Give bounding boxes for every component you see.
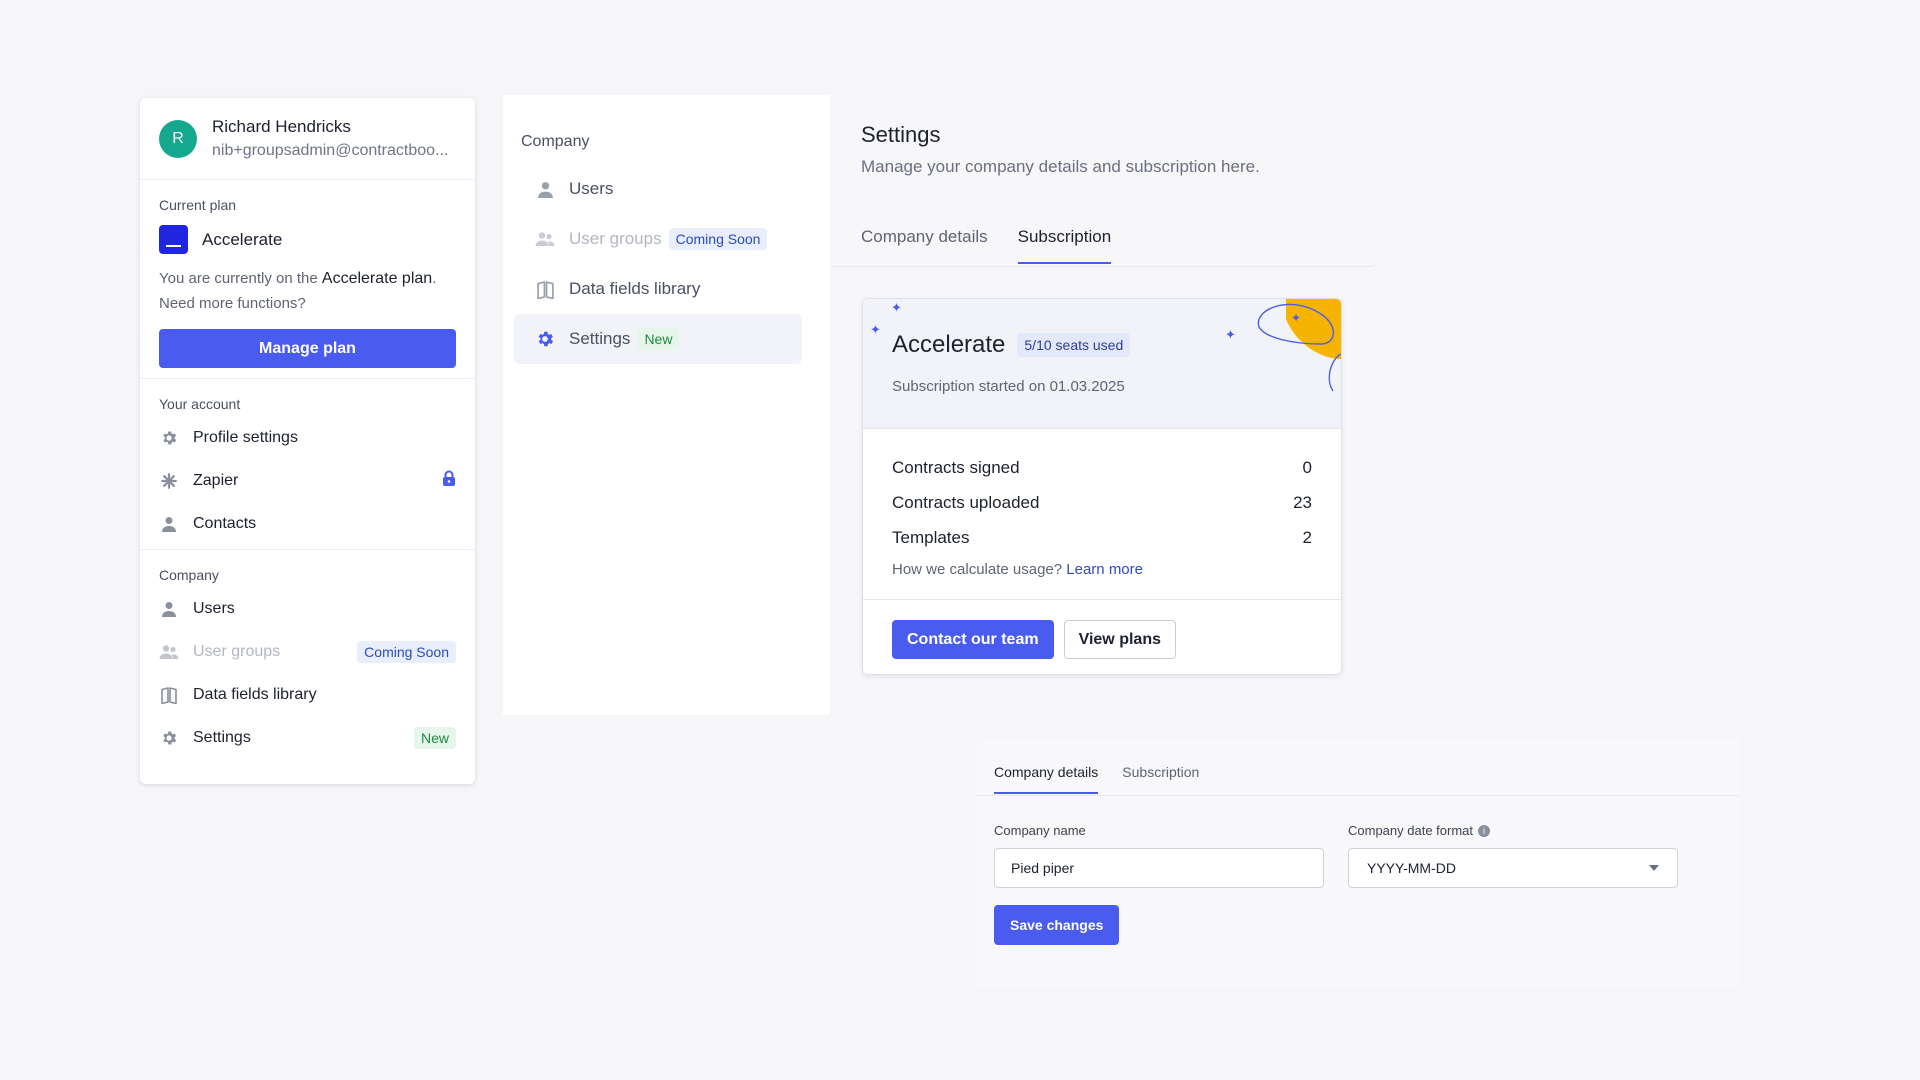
menu-item-profile-settings[interactable]: Profile settings (159, 416, 456, 459)
chevron-down-icon (1649, 865, 1659, 871)
your-account-section: Your account Profile settings Zapier Con… (140, 379, 475, 550)
page-subtitle: Manage your company details and subscrip… (861, 157, 1260, 176)
tab-subscription[interactable]: Subscription (1017, 227, 1112, 264)
company-nav: Company Users User groups Coming Soon Da… (503, 95, 830, 715)
menu-item-contacts[interactable]: Contacts (159, 502, 456, 545)
account-name: Richard Hendricks (212, 117, 351, 136)
avatar[interactable]: R (159, 119, 197, 158)
current-plan-title: Current plan (159, 197, 237, 213)
company-section: Company Users User groups Coming Soon Da… (140, 550, 475, 759)
usage-row: Templates 2 (892, 527, 1312, 547)
usage-row: Contracts uploaded 23 (892, 492, 1312, 512)
plan-icon (159, 225, 188, 254)
sparkle-icon: ✦ (870, 322, 881, 337)
company-name-label: Company name (994, 823, 1086, 838)
date-format-label: Company date format i (1348, 823, 1491, 838)
date-format-select[interactable]: YYYY-MM-DD (1348, 848, 1678, 888)
your-account-title: Your account (159, 396, 241, 412)
view-plans-button[interactable]: View plans (1063, 620, 1176, 659)
book-icon (534, 278, 556, 300)
menu-item-data-fields-library[interactable]: Data fields library (159, 673, 456, 716)
tab-company-details[interactable]: Company details (861, 227, 988, 264)
page-title: Settings (861, 122, 941, 147)
usage-row: Contracts signed 0 (892, 457, 1312, 477)
manage-plan-button[interactable]: Manage plan (159, 329, 456, 368)
nav-item-users[interactable]: Users (514, 164, 802, 214)
svg-text:✦: ✦ (1291, 311, 1301, 325)
usage-help: How we calculate usage? Learn more (892, 561, 1143, 578)
seats-badge: 5/10 seats used (1017, 333, 1131, 357)
subscription-actions: Contact our team View plans (863, 599, 1341, 659)
current-plan-section: Current plan Accelerate You are currentl… (140, 180, 475, 379)
gear-icon (159, 728, 179, 748)
menu-item-settings[interactable]: Settings New (159, 716, 456, 759)
new-badge: New (637, 328, 680, 350)
tabs-divider (977, 795, 1739, 796)
save-changes-button[interactable]: Save changes (994, 905, 1120, 945)
menu-item-users[interactable]: Users (159, 587, 456, 630)
tabs-divider (833, 266, 1373, 267)
subscription-header: ✦ ✦ ✦ ✦ Accelerate 5/10 seats used Subsc… (863, 299, 1341, 429)
gear-icon (534, 328, 556, 350)
book-icon (159, 685, 179, 705)
plan-name: Accelerate (202, 229, 283, 249)
group-icon (159, 642, 179, 662)
tab-company-details[interactable]: Company details (994, 764, 1099, 794)
menu-item-user-groups: User groups Coming Soon (159, 630, 456, 673)
decoration-shape-icon: ✦ (1257, 299, 1341, 392)
account-email: nib+groupsadmin@contractboo... (212, 142, 449, 159)
form-tabs: Company details Subscription (994, 764, 1199, 794)
asterisk-icon (159, 471, 179, 491)
subscription-start-date: Subscription started on 01.03.2025 (892, 378, 1125, 395)
sparkle-icon: ✦ (1225, 327, 1236, 342)
company-name-input[interactable] (994, 848, 1324, 888)
person-icon (159, 514, 179, 534)
coming-soon-badge: Coming Soon (357, 640, 456, 663)
plan-description: You are currently on the Accelerate plan… (159, 270, 437, 312)
nav-title: Company (521, 133, 590, 150)
coming-soon-badge: Coming Soon (668, 228, 768, 250)
company-title: Company (159, 567, 219, 583)
lock-icon (442, 470, 456, 491)
sparkle-icon: ✦ (891, 300, 902, 315)
account-header: R Richard Hendricks nib+groupsadmin@cont… (140, 98, 475, 180)
settings-panel: Settings Manage your company details and… (833, 95, 1373, 715)
group-icon (534, 228, 556, 250)
person-icon (534, 178, 556, 200)
subscription-card: ✦ ✦ ✦ ✦ Accelerate 5/10 seats used Subsc… (862, 298, 1342, 675)
usage-list: Contracts signed 0 Contracts uploaded 23… (863, 429, 1341, 579)
settings-tabs: Company details Subscription (861, 227, 1112, 264)
nav-item-user-groups: User groups Coming Soon (514, 214, 802, 264)
contact-team-button[interactable]: Contact our team (892, 620, 1054, 659)
info-icon[interactable]: i (1478, 824, 1491, 837)
new-badge: New (413, 726, 456, 749)
company-details-form: Company details Subscription Company nam… (977, 738, 1739, 988)
person-icon (159, 599, 179, 619)
tab-subscription[interactable]: Subscription (1122, 764, 1199, 794)
account-menu: R Richard Hendricks nib+groupsadmin@cont… (140, 98, 475, 784)
menu-item-zapier[interactable]: Zapier (159, 459, 456, 502)
nav-item-settings[interactable]: Settings New (514, 314, 802, 364)
learn-more-link[interactable]: Learn more (1066, 561, 1143, 578)
nav-item-data-fields-library[interactable]: Data fields library (514, 264, 802, 314)
gear-icon (159, 428, 179, 448)
subscription-plan-name: Accelerate (892, 331, 1006, 358)
